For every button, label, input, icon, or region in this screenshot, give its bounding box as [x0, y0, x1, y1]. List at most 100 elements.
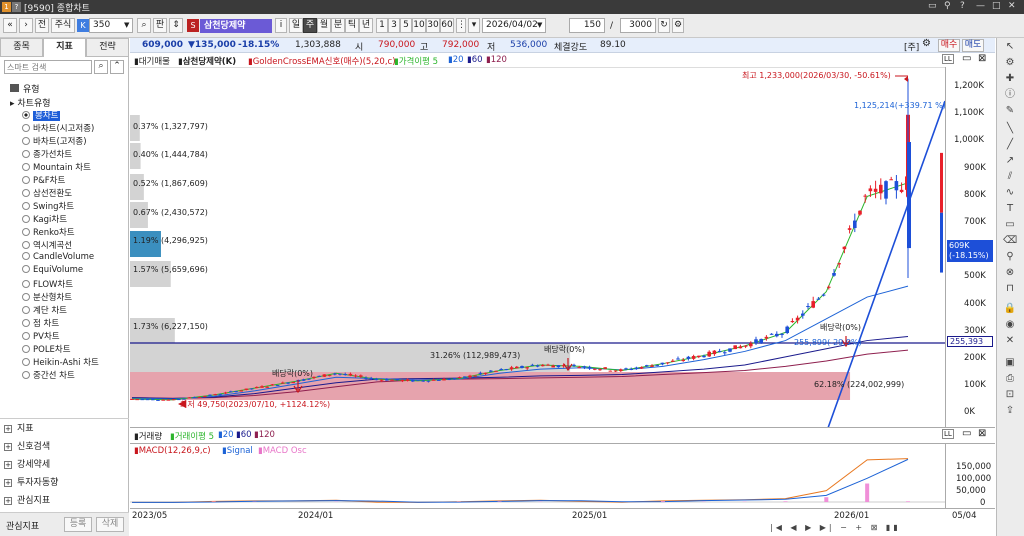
stock-name-field[interactable]: 삼천당제약	[200, 19, 272, 33]
text-icon[interactable]: T	[1003, 202, 1017, 216]
period-day-button[interactable]: 일	[289, 18, 303, 33]
price-y-axis[interactable]: 1,200K1,100K1,000K900K800K700K600K500K40…	[945, 67, 995, 427]
ray-icon[interactable]: ↗	[1003, 154, 1017, 168]
measure-icon[interactable]: ⊗	[1003, 266, 1017, 280]
print-icon[interactable]: ⎙	[1003, 372, 1017, 386]
crosshair-icon[interactable]: ✚	[1003, 72, 1017, 86]
visibility-icon[interactable]: ◉	[1003, 318, 1017, 332]
nav-prev-button[interactable]: «	[3, 18, 17, 33]
count-input[interactable]: 150	[569, 18, 605, 33]
magnet-icon[interactable]: ⊓	[1003, 282, 1017, 296]
delete-drawing-icon[interactable]: ✕	[1003, 334, 1017, 348]
tree-root[interactable]: 유형	[10, 82, 40, 95]
minute-5-button[interactable]: 5	[400, 18, 412, 33]
info-icon[interactable]: ⓘ	[1003, 88, 1017, 102]
period-month-button[interactable]: 월	[317, 18, 331, 33]
chart-type-item[interactable]: 봉차트	[22, 109, 61, 121]
chart-type-item[interactable]: EquiVolume	[22, 265, 83, 275]
buy-button[interactable]: 매수	[938, 39, 960, 52]
chart-type-item[interactable]: POLE차트	[22, 343, 71, 355]
chart-type-item[interactable]: 종가선차트	[22, 148, 72, 160]
settings-gear-icon[interactable]: ⚙	[672, 18, 684, 33]
period-minute-button[interactable]: 분	[331, 18, 345, 33]
chevron-down-icon[interactable]: ▼	[124, 21, 129, 29]
chart-type-item[interactable]: 점 차트	[22, 317, 59, 329]
chart-type-item[interactable]: Swing차트	[22, 200, 74, 212]
max-count-input[interactable]: 3000	[620, 18, 656, 33]
chart-type-item[interactable]: 역시계곡선	[22, 239, 72, 251]
pen-icon[interactable]: ✎	[1003, 104, 1017, 118]
line-icon[interactable]: ╲	[1003, 122, 1017, 136]
stock-type-button[interactable]: 주식	[51, 18, 75, 33]
section-investor-trend[interactable]: + 투자자동향	[4, 475, 126, 492]
settings-gear-icon[interactable]: ⚙	[922, 38, 931, 49]
minute-60-button[interactable]: 60	[440, 18, 454, 33]
chart-type-item[interactable]: 계단 차트	[22, 304, 67, 316]
price-chart-area[interactable]: 0.37% (1,327,797) 0.40% (1,444,784) 0.52% …	[130, 67, 946, 428]
drawing-button[interactable]: 판	[153, 18, 167, 33]
chart-type-item[interactable]: 삼선전환도	[22, 187, 72, 199]
smart-search-input[interactable]	[4, 60, 92, 74]
save-icon[interactable]: ▣	[1003, 356, 1017, 370]
calendar-dropdown-icon[interactable]: ▼	[537, 21, 542, 29]
chart-type-item[interactable]: CandleVolume	[22, 252, 94, 262]
restore-icon[interactable]: ▭	[928, 1, 937, 11]
panel-close-icon[interactable]: ⊠	[978, 428, 986, 439]
help-icon[interactable]: ?	[12, 2, 21, 12]
period-week-button[interactable]: 주	[303, 18, 317, 33]
macd-panel[interactable]: ▮MACD(12,26,9,c) ▮Signal ▮MACD Osc 150,0…	[130, 443, 995, 509]
chart-type-item[interactable]: 분산형차트	[22, 291, 72, 303]
export-icon[interactable]: ⇪	[1003, 404, 1017, 418]
nav-next-button[interactable]: ›	[19, 18, 33, 33]
tab-indicator[interactable]: 지표	[43, 38, 86, 57]
close-icon[interactable]: ✕	[1008, 1, 1016, 11]
tab-strategy[interactable]: 전략	[86, 38, 129, 57]
section-bull-bear[interactable]: + 강세약세	[4, 457, 126, 474]
register-button[interactable]: 등록	[64, 517, 92, 532]
minute-10-button[interactable]: 10	[412, 18, 426, 33]
sell-button[interactable]: 매도	[962, 39, 984, 52]
info-button[interactable]: i	[275, 18, 287, 33]
hline-icon[interactable]: ╱	[1003, 138, 1017, 152]
rect-icon[interactable]: ▭	[1003, 218, 1017, 232]
tree-group[interactable]: ▸ 차트유형	[10, 96, 51, 109]
panel-lock-icon[interactable]: LL	[942, 54, 954, 64]
refresh-icon[interactable]: ↻	[658, 18, 670, 33]
tab-stock[interactable]: 종목	[0, 38, 43, 57]
chart-type-item[interactable]: Heikin-Ashi 차트	[22, 356, 99, 368]
section-signal-search[interactable]: + 신호검색	[4, 439, 126, 456]
chart-type-item[interactable]: 중간선 차트	[22, 369, 75, 381]
period-year-button[interactable]: 년	[359, 18, 373, 33]
minute-1-button[interactable]: 1	[376, 18, 388, 33]
chart-type-item[interactable]: PV차트	[22, 330, 60, 342]
panel-lock-icon[interactable]: LL	[942, 429, 954, 439]
section-favorite-indicator[interactable]: + 관심지표	[4, 493, 126, 510]
chart-type-item[interactable]: Kagi차트	[22, 213, 67, 225]
chart-type-item[interactable]: Renko차트	[22, 226, 75, 238]
question-icon[interactable]: ?	[960, 1, 965, 11]
panel-minimize-icon[interactable]: ▭	[962, 53, 971, 64]
chart-type-item[interactable]: Mountain 차트	[22, 161, 91, 173]
maximize-icon[interactable]: □	[992, 1, 1001, 11]
chart-type-item[interactable]: FLOW차트	[22, 278, 73, 290]
minute-3-button[interactable]: 3	[388, 18, 400, 33]
fibonacci-icon[interactable]: ∿	[1003, 186, 1017, 200]
collapse-icon[interactable]: ⌃	[110, 60, 124, 74]
panel-minimize-icon[interactable]: ▭	[962, 428, 971, 439]
gear-icon[interactable]: ⚙	[1003, 56, 1017, 70]
delete-button[interactable]: 삭제	[96, 517, 124, 532]
chart-type-item[interactable]: 바차트(시고저종)	[22, 122, 94, 134]
minimize-icon[interactable]: —	[976, 1, 985, 11]
chart-scroll-controls[interactable]: |◀ ◀ ▶ ▶| − + ⊠ ▮▮	[770, 523, 938, 533]
updown-button[interactable]: ⇕	[169, 18, 183, 33]
chart-type-item[interactable]: 바차트(고저종)	[22, 135, 87, 147]
eraser-icon[interactable]: ⌫	[1003, 234, 1017, 248]
lock-icon[interactable]: 🔒	[1003, 302, 1017, 316]
all-button[interactable]: 전	[35, 18, 49, 33]
cursor-icon[interactable]: ↖	[1003, 40, 1017, 54]
capture-icon[interactable]: ⊡	[1003, 388, 1017, 402]
parallel-icon[interactable]: ⫽	[1003, 170, 1017, 184]
minute-more-button[interactable]: ⋮	[456, 18, 466, 33]
panel-close-icon[interactable]: ⊠	[978, 53, 986, 64]
period-dropdown-button[interactable]: ▾	[468, 18, 480, 33]
